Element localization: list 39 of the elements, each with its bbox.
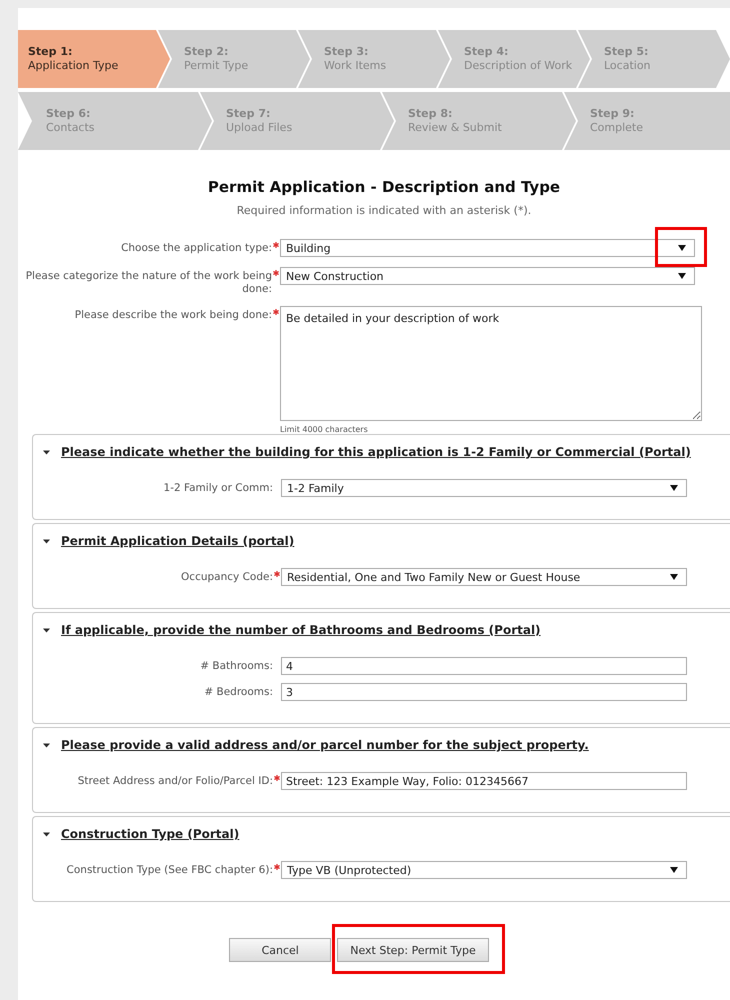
collapse-toggle-icon[interactable] [43,742,50,748]
section-title: Please provide a valid address and/or parcel number for the subject property. [61,738,589,752]
caret-icon [670,867,678,873]
next-step-button[interactable]: Next Step: Permit Type [337,938,489,962]
caret-icon [670,574,678,580]
step-tab[interactable]: Step 1: Application Type [18,30,170,88]
field-label: Construction Type (See FBC chapter 6): [66,864,273,876]
field-label: Please describe the work being done: [74,309,272,321]
field-label: Occupancy Code: [181,571,273,583]
dropdown[interactable]: New Construction [280,267,695,285]
cancel-button[interactable]: Cancel [229,938,332,962]
dropdown[interactable]: Type VB (Unprotected) [281,861,687,879]
input-field[interactable]: 4 [281,657,687,675]
dropdown[interactable]: Building [280,239,695,257]
caret-icon [670,485,678,491]
caret-icon [678,273,686,279]
input-field[interactable]: Street: 123 Example Way, Folio: 012345667 [281,772,687,790]
description-field[interactable]: Be detailed in your description of work [280,306,702,421]
field-label: Choose the application type: [121,242,272,254]
collapse-toggle-icon[interactable] [43,626,50,634]
dropdown[interactable]: Residential, One and Two Family New or Guest House [281,568,687,586]
section-title: If applicable, provide the number of Bathrooms and Bedrooms (Portal) [61,623,541,637]
field-label: Please categorize the nature of the work being done: [26,270,272,295]
collapse-toggle-icon[interactable] [43,448,50,456]
character-limit-hint: Limit 4000 characters [280,425,369,434]
section-title: Permit Application Details (portal) [61,534,294,548]
input-field[interactable]: 3 [281,683,687,701]
dropdown[interactable]: 1-2 Family [281,479,687,497]
section-title: Please indicate whether the building for this application is 1-2 Family or Commercial (Portal) [61,445,691,459]
field-label: # Bathrooms: [200,660,273,672]
collapse-toggle-icon[interactable] [43,538,50,544]
collapse-toggle-icon[interactable] [43,830,50,838]
field-label: # Bedrooms: [204,686,273,698]
field-label: 1-2 Family or Comm: [164,482,273,494]
section-title: Construction Type (Portal) [61,827,240,841]
page-title: Permit Application - Description and Type [206,178,562,196]
field-label: Street Address and/or Folio/Parcel ID: [78,775,273,787]
caret-icon [678,245,686,251]
required-note: Required information is indicated with an asterisk (*). [236,204,532,217]
